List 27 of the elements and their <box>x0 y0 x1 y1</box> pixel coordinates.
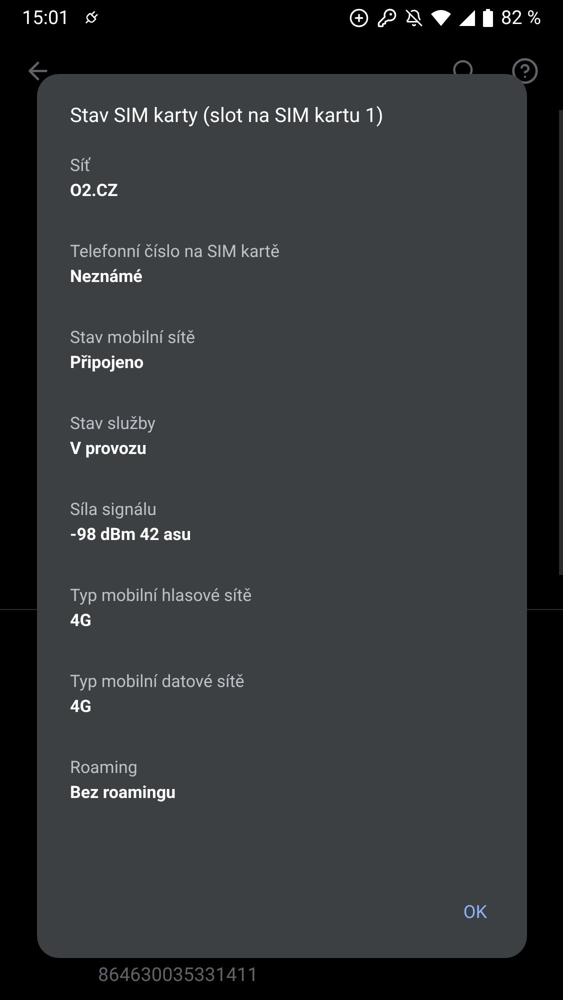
info-label: Roaming <box>70 757 138 780</box>
battery-icon <box>483 9 493 27</box>
key-icon <box>377 8 397 28</box>
info-label: Telefonní číslo na SIM kartě <box>70 241 280 264</box>
help-button[interactable] <box>511 57 539 85</box>
info-value: 4G <box>70 610 92 633</box>
info-label: Typ mobilní datové sítě <box>70 671 246 694</box>
info-value: O2.CZ <box>70 180 119 203</box>
info-label: Stav služby <box>70 413 156 436</box>
imei-value: 864630035331411 <box>98 962 258 988</box>
ok-button[interactable]: OK <box>447 891 503 934</box>
info-value: Bez roamingu <box>70 782 177 805</box>
info-label: Typ mobilní hlasové sítě <box>70 585 253 608</box>
info-value: Připojeno <box>70 352 145 375</box>
bell-off-icon <box>405 9 423 27</box>
wifi-icon <box>431 10 451 26</box>
info-label: Stav mobilní sítě <box>70 327 196 350</box>
dialog-title: Stav SIM karty (slot na SIM kartu 1) <box>70 102 384 129</box>
info-value: Neznámé <box>70 266 144 289</box>
signal-icon <box>459 10 475 26</box>
status-time: 15:01 <box>22 4 70 31</box>
info-label: Síť <box>70 155 92 178</box>
info-value: -98 dBm 42 asu <box>70 524 192 547</box>
battery-percent: 82 % <box>501 4 541 31</box>
info-label: Síla signálu <box>70 499 158 522</box>
info-value: V provozu <box>70 438 148 461</box>
info-value: 4G <box>70 696 92 719</box>
